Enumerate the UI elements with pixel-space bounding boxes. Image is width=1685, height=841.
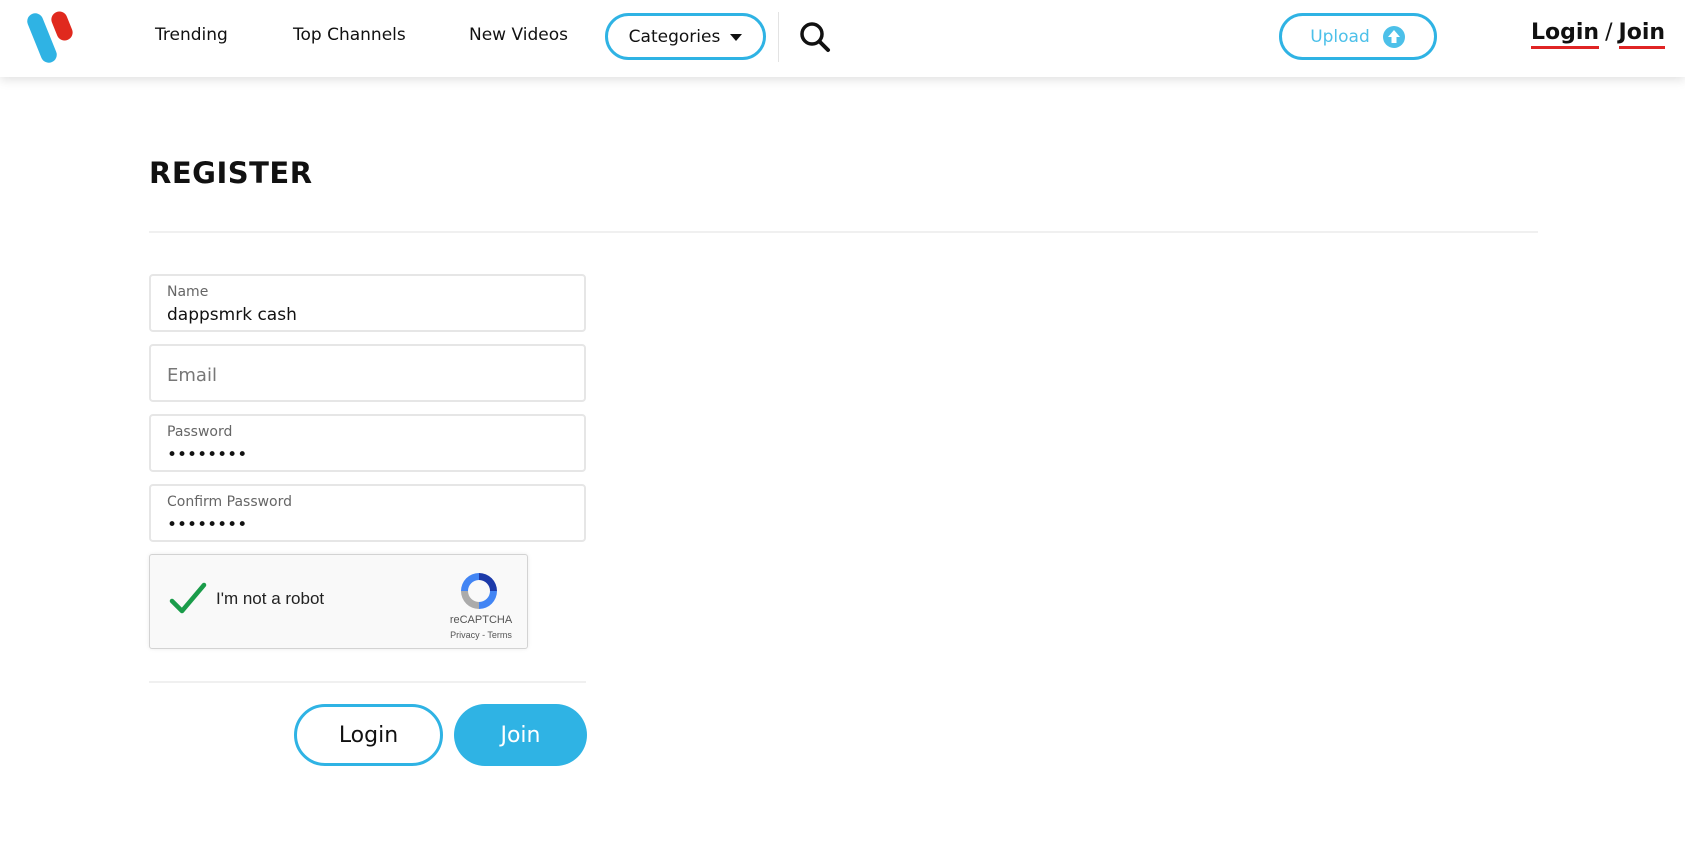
password-field[interactable]: Password ••••••••: [149, 414, 586, 472]
caret-down-icon: [730, 34, 743, 41]
join-button[interactable]: Join: [454, 704, 587, 766]
confirm-password-field[interactable]: Confirm Password ••••••••: [149, 484, 586, 542]
recaptcha-privacy-terms[interactable]: Privacy - Terms: [434, 630, 528, 640]
name-value: dappsmrk cash: [167, 305, 297, 325]
search-icon[interactable]: [798, 20, 832, 54]
nav-trending[interactable]: Trending: [155, 25, 228, 45]
login-link[interactable]: Login: [1531, 20, 1600, 49]
recaptcha-icon: [457, 569, 501, 613]
upload-label: Upload: [1310, 26, 1370, 47]
name-field[interactable]: Name dappsmrk cash: [149, 274, 586, 332]
upload-cloud-icon: [1382, 25, 1406, 49]
login-button[interactable]: Login: [294, 704, 443, 766]
page-title: REGISTER: [149, 156, 313, 190]
categories-label: Categories: [628, 26, 721, 47]
nav-divider: [778, 12, 779, 62]
auth-links: Login / Join: [1531, 20, 1666, 49]
confirm-password-label: Confirm Password: [167, 494, 293, 510]
password-label: Password: [167, 424, 233, 440]
email-field[interactable]: Email: [149, 344, 586, 402]
name-label: Name: [167, 284, 209, 300]
top-navigation-bar: Trending Top Channels New Videos Categor…: [0, 0, 1685, 77]
section-divider: [149, 231, 1538, 233]
brand-logo[interactable]: [26, 10, 84, 64]
recaptcha-brand: reCAPTCHA: [449, 614, 513, 626]
categories-dropdown[interactable]: Categories: [605, 13, 766, 60]
form-divider: [149, 681, 586, 683]
recaptcha-widget: I'm not a robot reCAPTCHA Privacy - Term…: [149, 554, 528, 649]
confirm-password-value: ••••••••: [167, 515, 248, 535]
password-value: ••••••••: [167, 445, 248, 465]
nav-new-videos[interactable]: New Videos: [469, 25, 568, 45]
captcha-label: I'm not a robot: [216, 589, 325, 608]
auth-separator: /: [1605, 20, 1613, 45]
nav-top-channels[interactable]: Top Channels: [293, 25, 406, 45]
upload-button[interactable]: Upload: [1279, 13, 1437, 60]
checkmark-icon[interactable]: [168, 581, 208, 617]
email-placeholder: Email: [167, 365, 217, 386]
join-link[interactable]: Join: [1618, 20, 1666, 49]
